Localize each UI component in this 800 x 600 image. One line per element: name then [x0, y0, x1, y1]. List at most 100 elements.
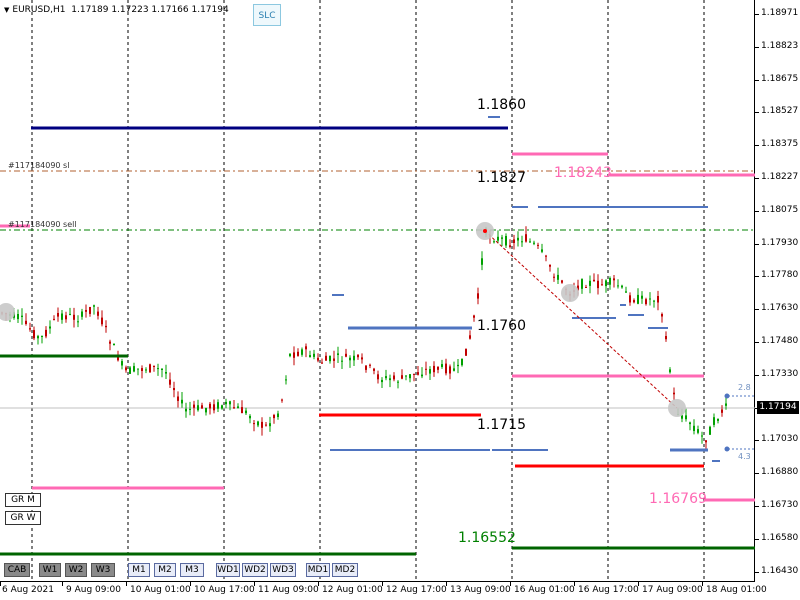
candle-body	[613, 278, 615, 281]
candle-body	[413, 373, 415, 375]
candle-body	[241, 407, 243, 414]
time-axis-label: 12 Aug 01:00	[322, 585, 383, 595]
candle-body	[173, 388, 175, 391]
gr-m-button[interactable]: GR M	[5, 493, 41, 507]
candle-body	[601, 284, 603, 286]
timeframe-button-wd3[interactable]: WD3	[270, 563, 296, 577]
time-axis-label: 16 Aug 17:00	[578, 585, 639, 595]
level-label-1760: 1.1760	[477, 318, 526, 334]
time-tick	[126, 582, 127, 586]
candle-body	[289, 353, 291, 357]
candle-body	[201, 405, 203, 409]
candle-body	[609, 278, 611, 285]
candle-body	[121, 361, 123, 366]
candle-body	[509, 245, 511, 247]
candle-body	[389, 378, 391, 381]
time-axis[interactable]: 6 Aug 2021 9 Aug 09:00 10 Aug 01:00 10 Aug …	[0, 582, 800, 600]
candle-body	[621, 285, 623, 288]
candle-body	[229, 401, 231, 405]
candle-body	[145, 369, 147, 371]
price-tick	[755, 309, 759, 311]
level-lines[interactable]	[0, 116, 755, 556]
candle-body	[589, 280, 591, 286]
candle-body	[17, 314, 19, 320]
candle-body	[365, 365, 367, 370]
timeframe-button-m2[interactable]: M2	[154, 563, 176, 577]
candle-body	[33, 330, 35, 339]
candle-body	[189, 408, 191, 410]
price-axis-label: 1.17030	[761, 434, 799, 445]
candle-body	[257, 421, 259, 426]
candle-body	[725, 403, 727, 406]
timeframe-button-wd1[interactable]: WD1	[216, 563, 240, 577]
stop-loss-order-label: #117184090 sl	[8, 161, 70, 170]
candle-body	[177, 396, 179, 401]
candle-body	[301, 349, 303, 355]
timeframe-button-wd2[interactable]: WD2	[242, 563, 268, 577]
timeframe-button-m3[interactable]: M3	[180, 563, 204, 577]
timeframe-button-m1[interactable]: M1	[128, 563, 150, 577]
candle-body	[317, 357, 319, 361]
candle-body	[217, 402, 219, 409]
candle-body	[277, 413, 279, 417]
candle-body	[541, 249, 543, 252]
candle-body	[377, 374, 379, 380]
ratio-down-label: 4.3	[738, 452, 751, 461]
timeframe-button-w3[interactable]: W3	[91, 563, 115, 577]
candle-body	[653, 300, 655, 302]
time-tick	[62, 582, 63, 586]
timeframe-button-md2[interactable]: MD2	[332, 563, 358, 577]
candle-body	[305, 346, 307, 350]
current-price-label: 1.17194	[757, 401, 799, 414]
price-axis[interactable]: 1.18971 1.18823 1.18675 1.18527 1.18375 1.182…	[755, 0, 800, 582]
price-axis-label: 1.17630	[761, 303, 799, 314]
candle-body	[513, 239, 515, 243]
gr-w-button[interactable]: GR W	[5, 511, 41, 525]
price-tick	[755, 79, 759, 81]
level-label-16552: 1.16552	[458, 530, 516, 546]
chart-area[interactable]: ▼ EURUSD,H1 1.17189 1.17223 1.17166 1.171…	[0, 0, 755, 582]
candle-body	[285, 379, 287, 381]
price-axis-label: 1.17780	[761, 270, 799, 281]
time-tick	[254, 582, 255, 586]
price-tick	[755, 276, 759, 278]
candle-body	[597, 280, 599, 289]
candle-body	[69, 313, 71, 315]
candle-body	[605, 280, 607, 287]
timeframe-button-md1[interactable]: MD1	[306, 563, 330, 577]
price-chart[interactable]	[0, 0, 755, 582]
chart-menu-arrow-icon[interactable]: ▼	[4, 6, 9, 14]
time-tick	[638, 582, 639, 586]
candle-body	[501, 237, 503, 239]
candle-body	[357, 354, 359, 358]
candle-body	[353, 355, 355, 361]
candle-body	[269, 423, 271, 427]
candle-body	[225, 401, 227, 405]
time-axis-label: 6 Aug 2021	[2, 585, 54, 595]
slc-button[interactable]: SLC	[253, 4, 281, 26]
candle-body	[405, 375, 407, 377]
candle-body	[585, 287, 587, 288]
candle-body	[149, 364, 151, 373]
price-tick	[755, 506, 759, 507]
candle-body	[641, 295, 643, 299]
timeframe-button-w2[interactable]: W2	[65, 563, 87, 577]
candle-body	[293, 352, 295, 358]
candle-body	[473, 315, 475, 318]
candle-body	[633, 300, 635, 303]
price-tick	[755, 538, 759, 540]
candle-body	[713, 417, 715, 425]
symbol-label: EURUSD,H1	[12, 5, 66, 15]
candle-body	[337, 353, 339, 355]
timeframe-button-cab[interactable]: CAB	[4, 563, 30, 577]
candle-body	[717, 419, 719, 421]
candle-body	[37, 336, 39, 339]
candle-body	[549, 264, 551, 267]
timeframe-button-w1[interactable]: W1	[39, 563, 61, 577]
candle-body	[233, 407, 235, 409]
candle-body	[581, 279, 583, 289]
candle-body	[721, 409, 723, 413]
time-axis-label: 11 Aug 09:00	[258, 585, 319, 595]
candle-body	[369, 364, 371, 366]
time-tick	[382, 582, 383, 586]
